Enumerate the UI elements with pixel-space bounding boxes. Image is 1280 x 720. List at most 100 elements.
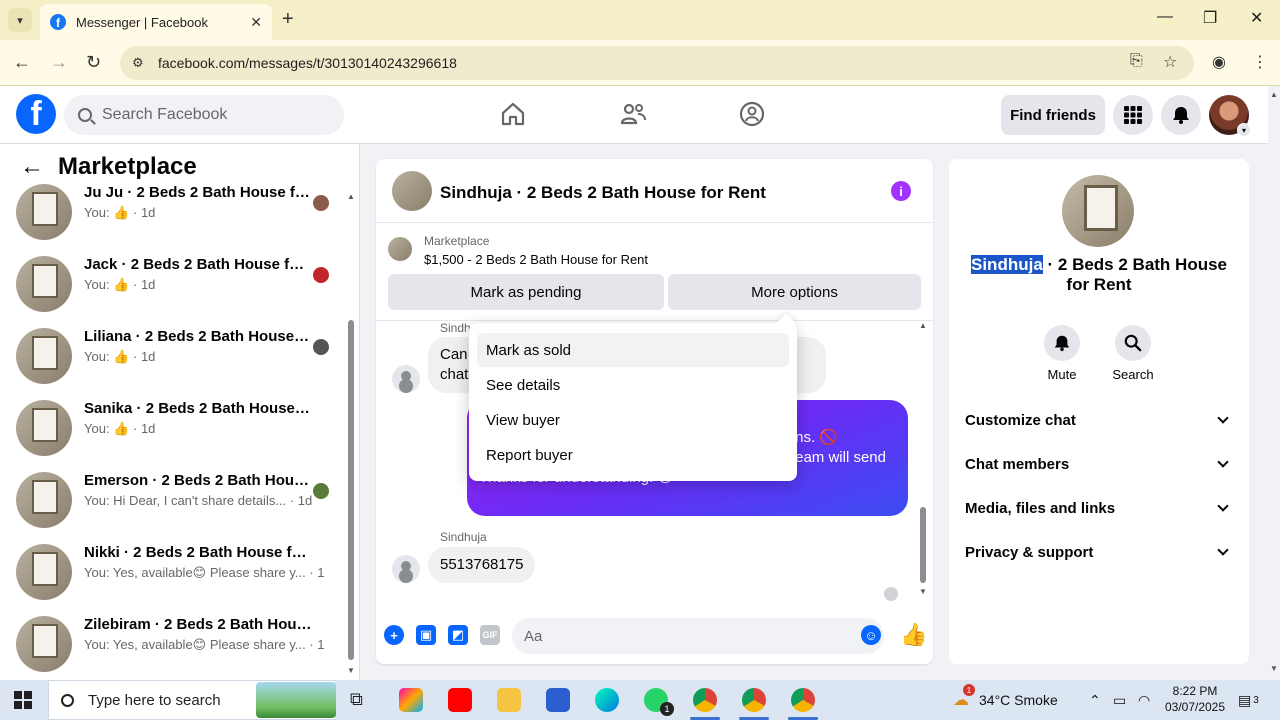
page-scrollbar[interactable]: ▲ ▼ — [1268, 86, 1280, 680]
reload-icon[interactable]: ↻ — [86, 52, 101, 73]
scroll-down-icon[interactable]: ▼ — [919, 587, 927, 596]
conversation-name: Zilebiram · 2 Beds 2 Bath House for Rent — [84, 616, 312, 633]
conversation-item[interactable]: Ju Ju · 2 Beds 2 Bath House for Rent You… — [16, 184, 336, 244]
sidebar-scrollbar[interactable]: ▲ ▼ — [346, 192, 356, 680]
chat-avatar[interactable] — [392, 171, 432, 211]
customize-chat-section[interactable]: Customize chat — [965, 405, 1233, 435]
browser-menu-icon[interactable]: ⋮ — [1252, 52, 1268, 72]
mark-as-pending-button[interactable]: Mark as pending — [388, 274, 664, 310]
chrome-profile-2-icon[interactable] — [742, 688, 766, 712]
info-icon[interactable]: i — [891, 181, 911, 201]
notifications-button[interactable] — [1161, 95, 1201, 135]
chat-title[interactable]: Sindhuja · 2 Beds 2 Bath House for Rent — [440, 183, 766, 203]
listing-avatar[interactable] — [1062, 175, 1134, 247]
sender-avatar — [392, 365, 420, 393]
task-view-icon[interactable]: ⧉ — [350, 689, 363, 710]
tray-overflow-icon[interactable]: ⌃ — [1089, 680, 1101, 720]
friends-icon[interactable] — [619, 100, 647, 128]
view-buyer-item[interactable]: View buyer — [477, 403, 789, 437]
forward-arrow-icon[interactable]: → — [50, 52, 68, 73]
scroll-up-icon[interactable]: ▲ — [919, 321, 927, 330]
chrome-profile-1-icon[interactable] — [693, 688, 717, 712]
marketplace-label: Marketplace — [424, 234, 490, 248]
message-input[interactable] — [512, 618, 884, 654]
restore-button[interactable]: ❐ — [1203, 8, 1217, 28]
find-friends-button[interactable]: Find friends — [1001, 95, 1105, 135]
file-explorer-icon[interactable] — [497, 688, 521, 712]
listing-thumbnail — [16, 328, 72, 384]
conversation-item[interactable]: Zilebiram · 2 Beds 2 Bath House for Rent… — [16, 616, 336, 676]
address-toolbar: ← → ↻ ⚙ facebook.com/messages/t/30130140… — [0, 40, 1280, 86]
back-arrow-icon[interactable]: ← — [13, 52, 31, 73]
whatsapp-icon[interactable]: 1 — [644, 688, 674, 716]
edge-icon[interactable] — [595, 688, 619, 712]
media-files-links-section[interactable]: Media, files and links — [965, 493, 1233, 523]
sticker-icon[interactable]: ◩ — [448, 625, 468, 645]
emoji-icon[interactable]: ☺ — [861, 625, 881, 645]
message-scrollbar[interactable]: ▲ ▼ — [918, 321, 930, 603]
chrome-profile-3-icon[interactable] — [791, 688, 815, 712]
scroll-down-icon[interactable]: ▼ — [1270, 664, 1278, 673]
like-thumbs-up-icon[interactable]: 👍 — [900, 622, 927, 648]
home-icon[interactable] — [499, 100, 527, 128]
search-action[interactable]: Search — [1103, 325, 1163, 382]
see-details-item[interactable]: See details — [477, 368, 789, 402]
menu-grid-button[interactable] — [1113, 95, 1153, 135]
close-tab-icon[interactable]: ✕ — [250, 14, 262, 31]
conversation-item[interactable]: Jack · 2 Beds 2 Bath House for Rent You:… — [16, 256, 336, 316]
scrollbar-thumb[interactable] — [920, 507, 926, 583]
windows-start-icon[interactable] — [14, 691, 32, 709]
facebook-search-box[interactable] — [64, 95, 344, 135]
gif-icon[interactable]: GIF — [480, 625, 500, 645]
taskbar-clock[interactable]: 8:22 PM 03/07/2025 — [1162, 683, 1228, 715]
conversation-item[interactable]: Nikki · 2 Beds 2 Bath House for Rent You… — [16, 544, 336, 604]
scroll-up-icon[interactable]: ▲ — [347, 192, 355, 201]
account-avatar[interactable]: ▾ — [1209, 95, 1251, 137]
browser-tab-messenger[interactable]: f Messenger | Facebook ✕ — [40, 4, 272, 40]
profile-icon[interactable]: ◉ — [1212, 52, 1226, 72]
chevron-down-icon — [1217, 500, 1229, 512]
microsoft-store-icon[interactable] — [546, 688, 570, 712]
add-more-icon[interactable]: + — [384, 625, 404, 645]
groups-icon[interactable] — [738, 100, 766, 128]
install-app-icon[interactable]: ⎘ — [1130, 52, 1143, 70]
facebook-logo-icon[interactable]: f — [16, 94, 56, 134]
bookmark-star-icon[interactable]: ☆ — [1163, 52, 1177, 72]
conversation-item[interactable]: Emerson · 2 Beds 2 Bath House for Rent Y… — [16, 472, 336, 532]
privacy-support-section[interactable]: Privacy & support — [965, 537, 1233, 567]
notification-center-icon[interactable]: ▤ 3 — [1238, 680, 1259, 720]
sender-avatar — [392, 555, 420, 583]
weather-widget[interactable]: ☁ 1 34°C Smoke — [953, 680, 1058, 720]
listing-price-title[interactable]: $1,500 - 2 Beds 2 Bath House for Rent — [424, 252, 648, 267]
address-bar[interactable]: ⚙ facebook.com/messages/t/30130140243296… — [120, 46, 1194, 80]
scrollbar-thumb[interactable] — [348, 320, 354, 660]
browser-tab-bar: ▾ f Messenger | Facebook ✕ + — ❐ ✕ — [0, 0, 1280, 40]
back-arrow-icon[interactable]: ← — [20, 153, 44, 181]
site-info-icon[interactable]: ⚙ — [132, 55, 152, 71]
copilot-icon[interactable] — [399, 688, 423, 712]
close-window-button[interactable]: ✕ — [1250, 8, 1263, 28]
new-tab-button[interactable]: + — [282, 8, 294, 31]
youtube-icon[interactable] — [448, 688, 472, 712]
thumbs-up-icon: 👍 — [113, 277, 130, 292]
scroll-down-icon[interactable]: ▼ — [347, 666, 355, 675]
mute-action[interactable]: Mute — [1032, 325, 1092, 382]
photo-icon[interactable]: ▣ — [416, 625, 436, 645]
listing-thumbnail — [16, 184, 72, 240]
conversation-preview: You: 👍 · 1d — [84, 205, 156, 220]
windows-taskbar: Type here to search ⧉ 1 ☁ 1 34°C Smoke ⌃ … — [0, 680, 1280, 720]
minimize-button[interactable]: — — [1157, 8, 1173, 26]
meet-now-icon[interactable]: ▭ — [1113, 680, 1126, 720]
conversation-preview: You: 👍 · 1d — [84, 277, 156, 292]
facebook-search-input[interactable] — [102, 106, 322, 124]
incoming-message[interactable]: 5513768175 — [428, 547, 536, 583]
report-buyer-item[interactable]: Report buyer — [477, 438, 789, 472]
more-options-button[interactable]: More options — [668, 274, 921, 310]
tab-search-dropdown[interactable]: ▾ — [8, 8, 32, 32]
conversation-item[interactable]: Sanika · 2 Beds 2 Bath House for Rent Yo… — [16, 400, 336, 460]
conversation-item[interactable]: Liliana · 2 Beds 2 Bath House for Rent Y… — [16, 328, 336, 388]
wifi-icon[interactable]: ◠ — [1138, 680, 1150, 720]
mark-as-sold-item[interactable]: Mark as sold — [477, 333, 789, 367]
chat-members-section[interactable]: Chat members — [965, 449, 1233, 479]
scroll-up-icon[interactable]: ▲ — [1270, 90, 1278, 99]
